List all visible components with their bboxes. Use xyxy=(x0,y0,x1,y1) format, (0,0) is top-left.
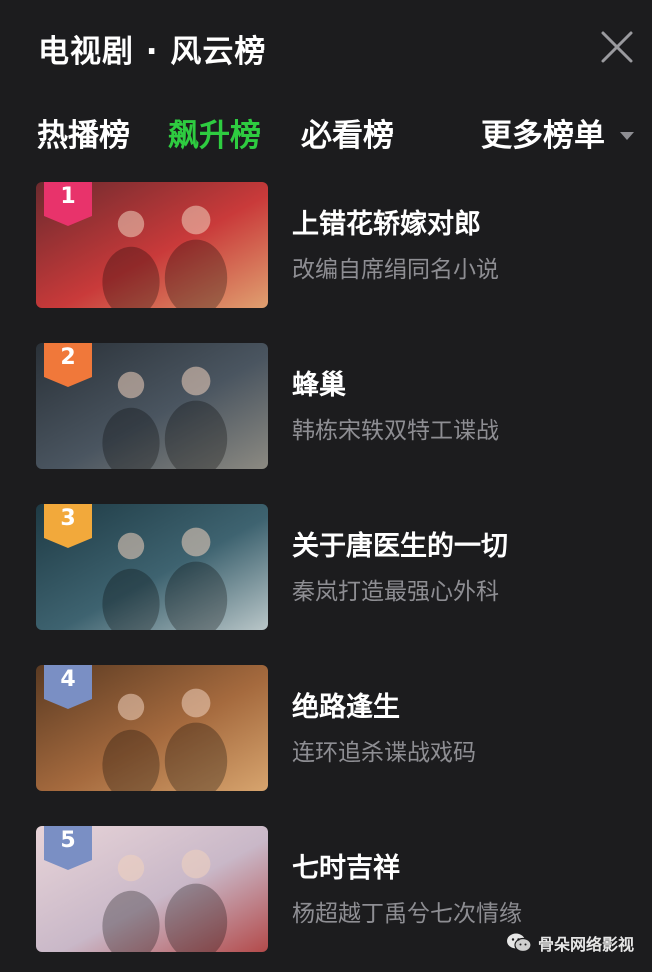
show-description: 改编自席绢同名小说 xyxy=(292,257,499,283)
show-description: 连环追杀谍战戏码 xyxy=(292,740,476,766)
show-poster[interactable]: 5 xyxy=(36,826,268,952)
more-lists-button[interactable]: 更多榜单 xyxy=(481,110,605,155)
show-title[interactable]: 绝路逢生 xyxy=(292,685,400,724)
watermark: 骨朵网络影视 xyxy=(506,930,634,956)
rank-number: 1 xyxy=(60,184,76,209)
rank-badge: 1 xyxy=(44,182,92,226)
close-icon xyxy=(601,31,633,63)
wechat-icon xyxy=(507,933,532,953)
tab-hot[interactable]: 热播榜 xyxy=(37,110,130,155)
ranking-panel: 电视剧 · 风云榜 热播榜 飙升榜 必看榜 更多榜单 1 上错花轿嫁对郎改编自席绢… xyxy=(0,0,652,972)
show-poster[interactable]: 3 xyxy=(36,504,268,630)
show-poster[interactable]: 2 xyxy=(36,343,268,469)
rank-badge: 2 xyxy=(44,343,92,387)
show-title[interactable]: 蜂巢 xyxy=(292,363,346,402)
show-description: 秦岚打造最强心外科 xyxy=(292,579,499,605)
show-title[interactable]: 七时吉祥 xyxy=(292,846,400,885)
list-item[interactable]: 4 绝路逢生连环追杀谍战戏码 xyxy=(0,665,652,797)
header: 电视剧 · 风云榜 xyxy=(0,0,652,95)
rank-number: 5 xyxy=(60,828,76,853)
tab-rising[interactable]: 飙升榜 xyxy=(168,110,261,155)
show-poster[interactable]: 1 xyxy=(36,182,268,308)
show-poster[interactable]: 4 xyxy=(36,665,268,791)
list-item[interactable]: 1 上错花轿嫁对郎改编自席绢同名小说 xyxy=(0,182,652,314)
page-title: 电视剧 · 风云榜 xyxy=(38,34,267,70)
list-item[interactable]: 3 关于唐医生的一切秦岚打造最强心外科 xyxy=(0,504,652,636)
show-description: 杨超越丁禹兮七次情缘 xyxy=(292,901,522,927)
list-item[interactable]: 2 蜂巢韩栋宋轶双特工谍战 xyxy=(0,343,652,475)
tab-must-watch[interactable]: 必看榜 xyxy=(301,110,394,155)
rank-badge: 3 xyxy=(44,504,92,548)
rank-number: 2 xyxy=(60,345,76,370)
tab-bar: 热播榜 飙升榜 必看榜 更多榜单 xyxy=(0,110,652,160)
chevron-down-icon[interactable] xyxy=(618,130,636,142)
show-description: 韩栋宋轶双特工谍战 xyxy=(292,418,499,444)
show-title[interactable]: 关于唐医生的一切 xyxy=(292,524,508,563)
rank-number: 3 xyxy=(60,506,76,531)
watermark-text: 骨朵网络影视 xyxy=(538,935,635,954)
show-title[interactable]: 上错花轿嫁对郎 xyxy=(292,202,481,241)
rank-badge: 4 xyxy=(44,665,92,709)
close-button[interactable] xyxy=(598,28,636,66)
rank-badge: 5 xyxy=(44,826,92,870)
rank-number: 4 xyxy=(60,667,76,692)
